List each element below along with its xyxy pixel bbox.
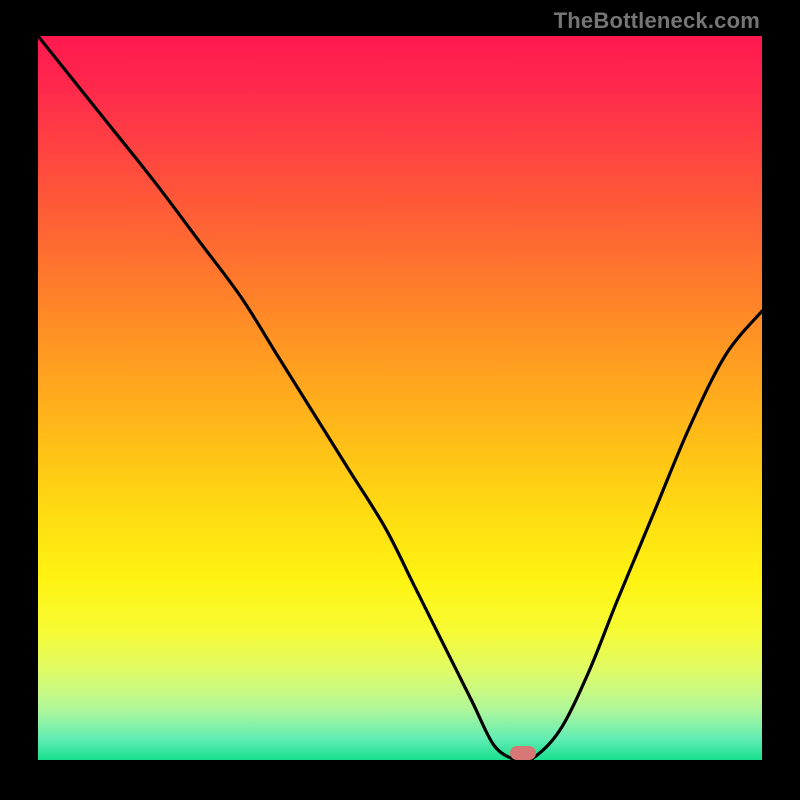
optimal-point-marker <box>510 746 536 760</box>
watermark-text: TheBottleneck.com <box>554 8 760 34</box>
bottleneck-curve <box>38 36 762 760</box>
chart-canvas: TheBottleneck.com <box>0 0 800 800</box>
plot-area <box>38 36 762 760</box>
